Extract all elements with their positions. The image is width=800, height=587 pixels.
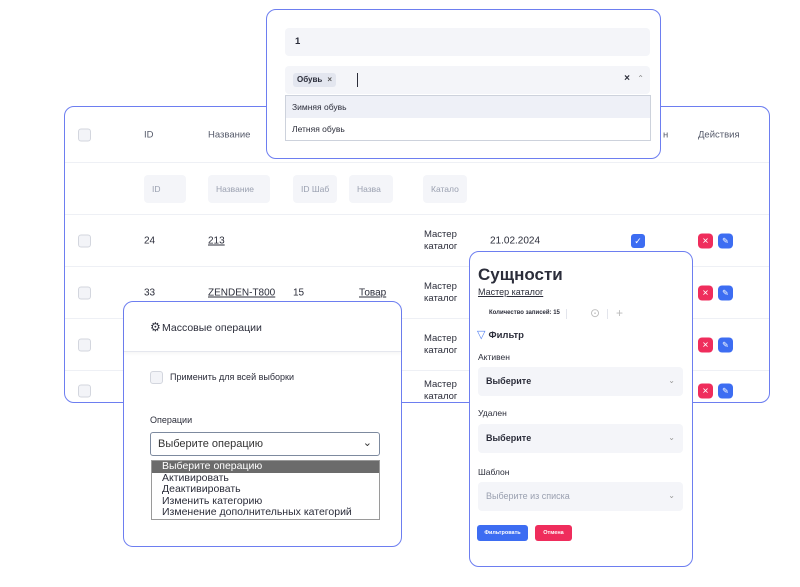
edit-pencil-icon[interactable]: ✎	[718, 383, 733, 398]
row-date: 21.02.2024	[490, 235, 541, 246]
filter-template-id-input[interactable]: ID Шаб	[293, 174, 337, 203]
text-cursor	[357, 73, 358, 87]
tag-option[interactable]: Зимняя обувь	[286, 96, 650, 118]
deleted-label: Удален	[478, 408, 507, 418]
operation-option[interactable]: Деактивировать	[152, 483, 379, 496]
apply-filter-button[interactable]: Фильтровать	[477, 525, 528, 541]
apply-all-checkbox[interactable]	[150, 371, 163, 384]
table-filter-row: ID Название ID Шаб Назва Катало	[65, 163, 769, 215]
operation-option[interactable]: Изменение дополнительных категорий	[152, 506, 379, 519]
tag-options-dropdown: Зимняя обувь Летняя обувь	[285, 95, 651, 141]
settings-circle-icon[interactable]: ⊙	[590, 306, 600, 320]
filter-name-input[interactable]: Название	[208, 174, 270, 203]
active-label: Активен	[478, 352, 510, 362]
filter-template-name-input[interactable]: Назва	[349, 174, 393, 203]
row-checkbox[interactable]	[78, 234, 91, 247]
operation-select-value: Выберите операцию	[158, 438, 264, 450]
row-template-id: 15	[293, 287, 305, 298]
template-select[interactable]: Выберите из списка ⌄	[478, 482, 683, 511]
chevron-up-icon[interactable]: ⌃	[637, 74, 644, 83]
apply-all-label[interactable]: Применить для всей выборки	[170, 372, 294, 382]
add-icon[interactable]: +	[616, 306, 623, 320]
chevron-down-icon: ⌄	[362, 437, 372, 449]
operation-option[interactable]: Выберите операцию	[152, 460, 379, 473]
chevron-down-icon: ⌄	[668, 433, 675, 442]
row-checkbox[interactable]	[78, 286, 91, 299]
bulk-title: Массовые операции	[162, 322, 262, 334]
row-name-link[interactable]: ZENDEN-T800	[208, 287, 275, 298]
cancel-filter-button[interactable]: Отмена	[535, 525, 572, 541]
divider	[607, 309, 608, 319]
delete-icon[interactable]: ✕	[698, 383, 713, 398]
deleted-select-value: Выберите	[486, 433, 532, 443]
edit-pencil-icon[interactable]: ✎	[718, 233, 733, 248]
header-name[interactable]: Название	[208, 129, 250, 140]
filter-title: Фильтр	[488, 330, 524, 341]
divider	[566, 309, 567, 319]
active-check-icon[interactable]: ✓	[631, 233, 645, 248]
multiselect-input[interactable]: Обувь × × ⌃	[285, 66, 650, 94]
chevron-down-icon: ⌄	[668, 491, 675, 500]
value-input[interactable]: 1	[285, 28, 650, 56]
gear-icon: ⚙	[150, 320, 161, 334]
active-select[interactable]: Выберите ⌄	[478, 367, 683, 396]
filter-id-input[interactable]: ID	[144, 174, 186, 203]
row-catalog: Мастер каталог	[424, 228, 458, 252]
row-checkbox[interactable]	[78, 338, 91, 351]
entities-title: Сущности	[478, 265, 563, 284]
template-label: Шаблон	[478, 467, 510, 477]
bulk-header: ⚙ Массовые операции	[124, 302, 401, 352]
edit-pencil-icon[interactable]: ✎	[718, 285, 733, 300]
active-select-value: Выберите	[486, 376, 532, 386]
filter-funnel-icon: ▽	[477, 329, 486, 341]
template-select-placeholder: Выберите из списка	[486, 491, 570, 501]
catalog-link[interactable]: Мастер каталог	[478, 287, 543, 297]
clear-icon[interactable]: ×	[624, 73, 630, 84]
row-catalog: Мастер каталог	[424, 378, 458, 402]
records-count: Количество записей: 15	[489, 310, 560, 316]
deleted-select[interactable]: Выберите ⌄	[478, 424, 683, 453]
edit-pencil-icon[interactable]: ✎	[718, 337, 733, 352]
row-id: 33	[144, 287, 156, 298]
row-template-name-link[interactable]: Товар	[359, 287, 386, 298]
delete-icon[interactable]: ✕	[698, 233, 713, 248]
row-checkbox[interactable]	[78, 384, 91, 397]
entities-filter-card: Сущности Мастер каталог Количество запис…	[469, 251, 693, 567]
delete-icon[interactable]: ✕	[698, 285, 713, 300]
header-active[interactable]: н	[663, 129, 668, 140]
header-id[interactable]: ID	[144, 129, 154, 140]
tag-option[interactable]: Летняя обувь	[286, 118, 650, 140]
filter-catalog-input[interactable]: Катало	[423, 174, 467, 203]
row-catalog: Мастер каталог	[424, 280, 458, 304]
operation-select[interactable]: Выберите операцию ⌄	[150, 432, 380, 456]
selected-tag-label: Обувь	[297, 75, 323, 84]
chevron-down-icon: ⌄	[668, 376, 675, 385]
row-name-link[interactable]: 213	[208, 235, 225, 246]
tag-select-card: 1 Обувь × × ⌃ Зимняя обувь Летняя обувь	[266, 9, 661, 159]
row-catalog: Мастер каталог	[424, 332, 458, 356]
operation-options-list: Выберите операцию Активировать Деактивир…	[151, 460, 380, 520]
tag-remove-icon[interactable]: ×	[327, 75, 332, 84]
filter-heading: ▽ Фильтр	[477, 328, 524, 341]
row-id: 24	[144, 235, 156, 246]
select-all-checkbox[interactable]	[78, 128, 91, 141]
header-actions: Действия	[698, 129, 740, 140]
delete-icon[interactable]: ✕	[698, 337, 713, 352]
bulk-operations-card: ⚙ Массовые операции Применить для всей в…	[123, 301, 402, 547]
operations-label: Операции	[150, 415, 193, 425]
selected-tag[interactable]: Обувь ×	[293, 73, 337, 87]
